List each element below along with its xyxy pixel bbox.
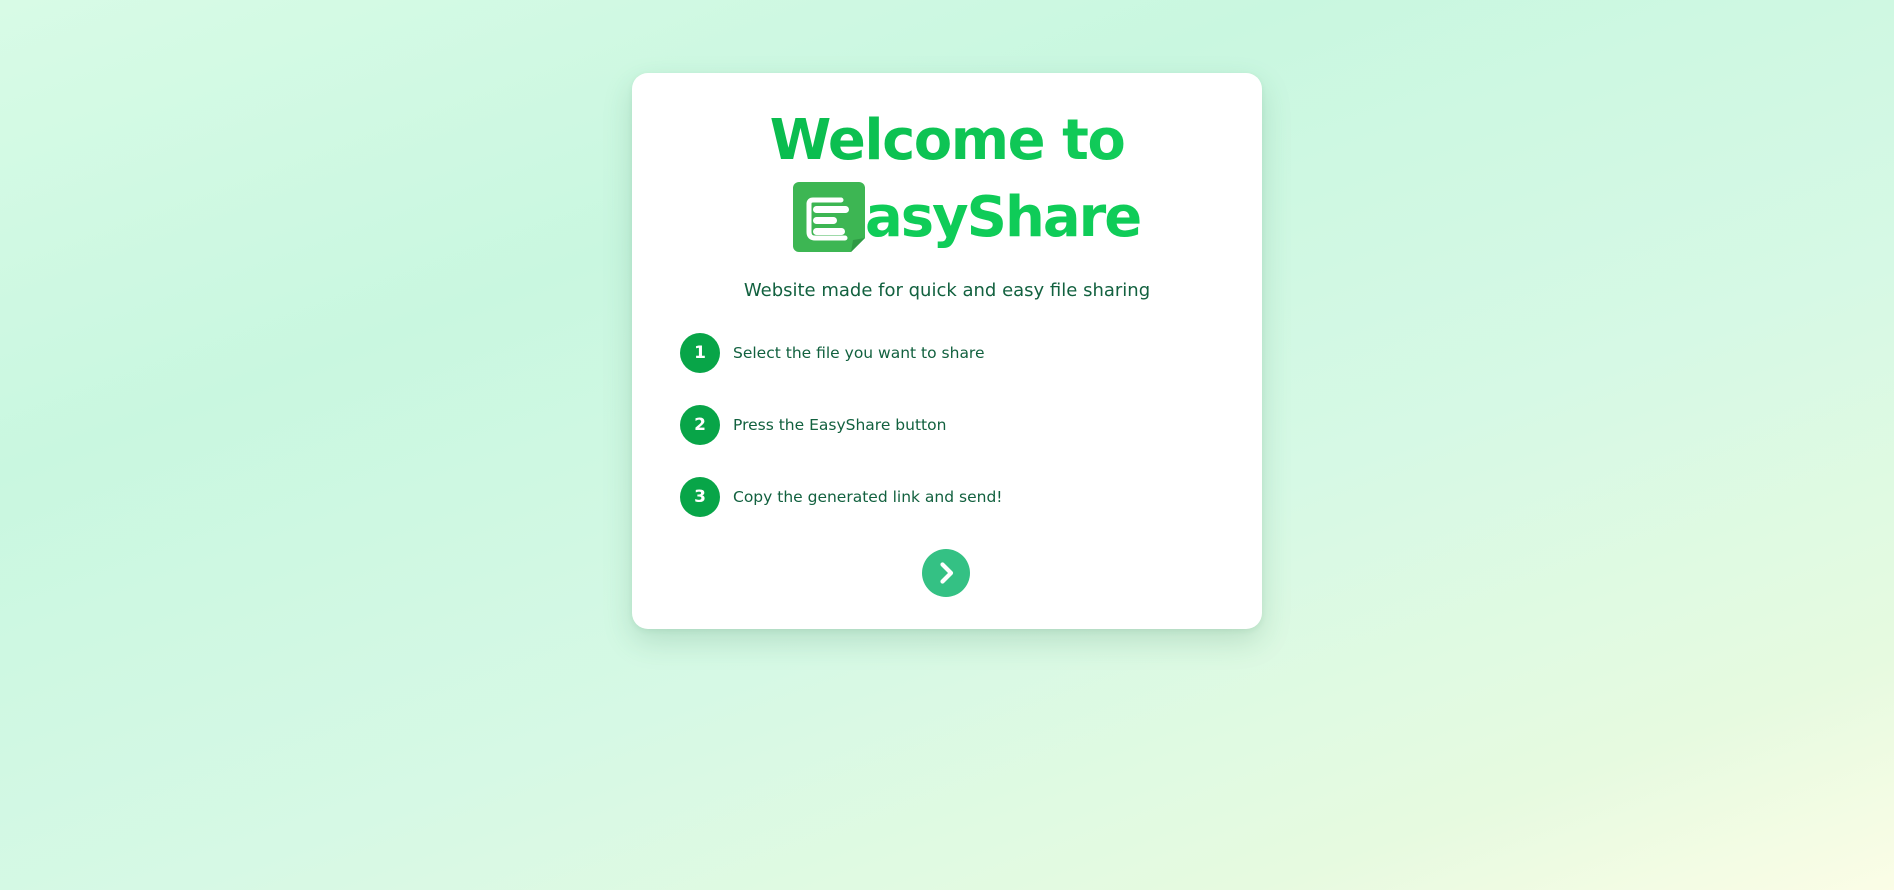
step-item: 3 Copy the generated link and send! [680,477,1003,517]
easyshare-logo-icon [793,182,865,252]
brand-logo: asyShare [793,181,1142,253]
next-button[interactable] [922,549,970,597]
step-text: Select the file you want to share [733,344,985,362]
step-item: 1 Select the file you want to share [680,333,1003,373]
chevron-right-icon [940,562,954,584]
welcome-card: Welcome to asyShare Website made for qui… [632,73,1262,629]
step-text: Copy the generated link and send! [733,488,1003,506]
step-item: 2 Press the EasyShare button [680,405,1003,445]
step-number-badge: 1 [680,333,720,373]
brand-name: asyShare [865,185,1142,250]
step-text: Press the EasyShare button [733,416,947,434]
welcome-title: Welcome to [632,101,1262,181]
step-number-badge: 2 [680,405,720,445]
tagline: Website made for quick and easy file sha… [743,280,1151,301]
steps-list: 1 Select the file you want to share 2 Pr… [680,333,1003,549]
step-number-badge: 3 [680,477,720,517]
